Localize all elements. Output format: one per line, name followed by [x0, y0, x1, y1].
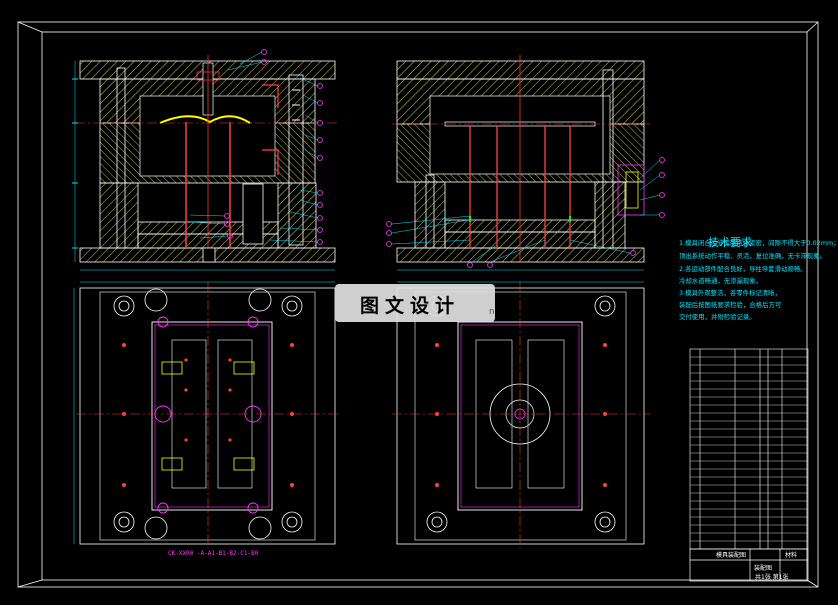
tech-requirement-line: 1.模具闭合后分型面结合紧密，间隙不得大于0.02mm；: [679, 239, 838, 247]
title-block-label: 装配图: [754, 565, 773, 572]
tech-requirement-line: 冷却水道畅通，无渗漏现象。: [679, 277, 763, 285]
tech-requirement-line: 2.各运动部件配合良好，导柱导套滑动顺畅。: [679, 265, 807, 273]
watermark-text: 图文设计: [360, 295, 461, 317]
title-block-label: 模具装配图: [716, 552, 747, 559]
tech-requirement-line: 装配后按图纸要求检验，合格后方可: [679, 301, 782, 309]
plan-view-caption: CK-XX00 -A-A1-B1-B2-C1-B0: [168, 550, 259, 557]
side-section-view: [392, 55, 650, 271]
parts-list-table: [689, 348, 809, 550]
tech-requirement-line: 交付使用，并附检验记录。: [679, 313, 756, 321]
tech-requirement-line: 顶出系统动作平稳、灵活，复位准确，无卡滞现象。: [679, 252, 826, 260]
title-block-label: 材料: [785, 552, 798, 559]
plan-view-moving-half: [73, 281, 340, 548]
parts-list-rows: [690, 356, 808, 542]
watermark-subtext: n: [489, 307, 495, 317]
title-block-label: 共1张 第1张: [755, 574, 789, 581]
tech-requirement-line: 3.模具外观整洁，各零件标记清晰，: [679, 289, 781, 297]
